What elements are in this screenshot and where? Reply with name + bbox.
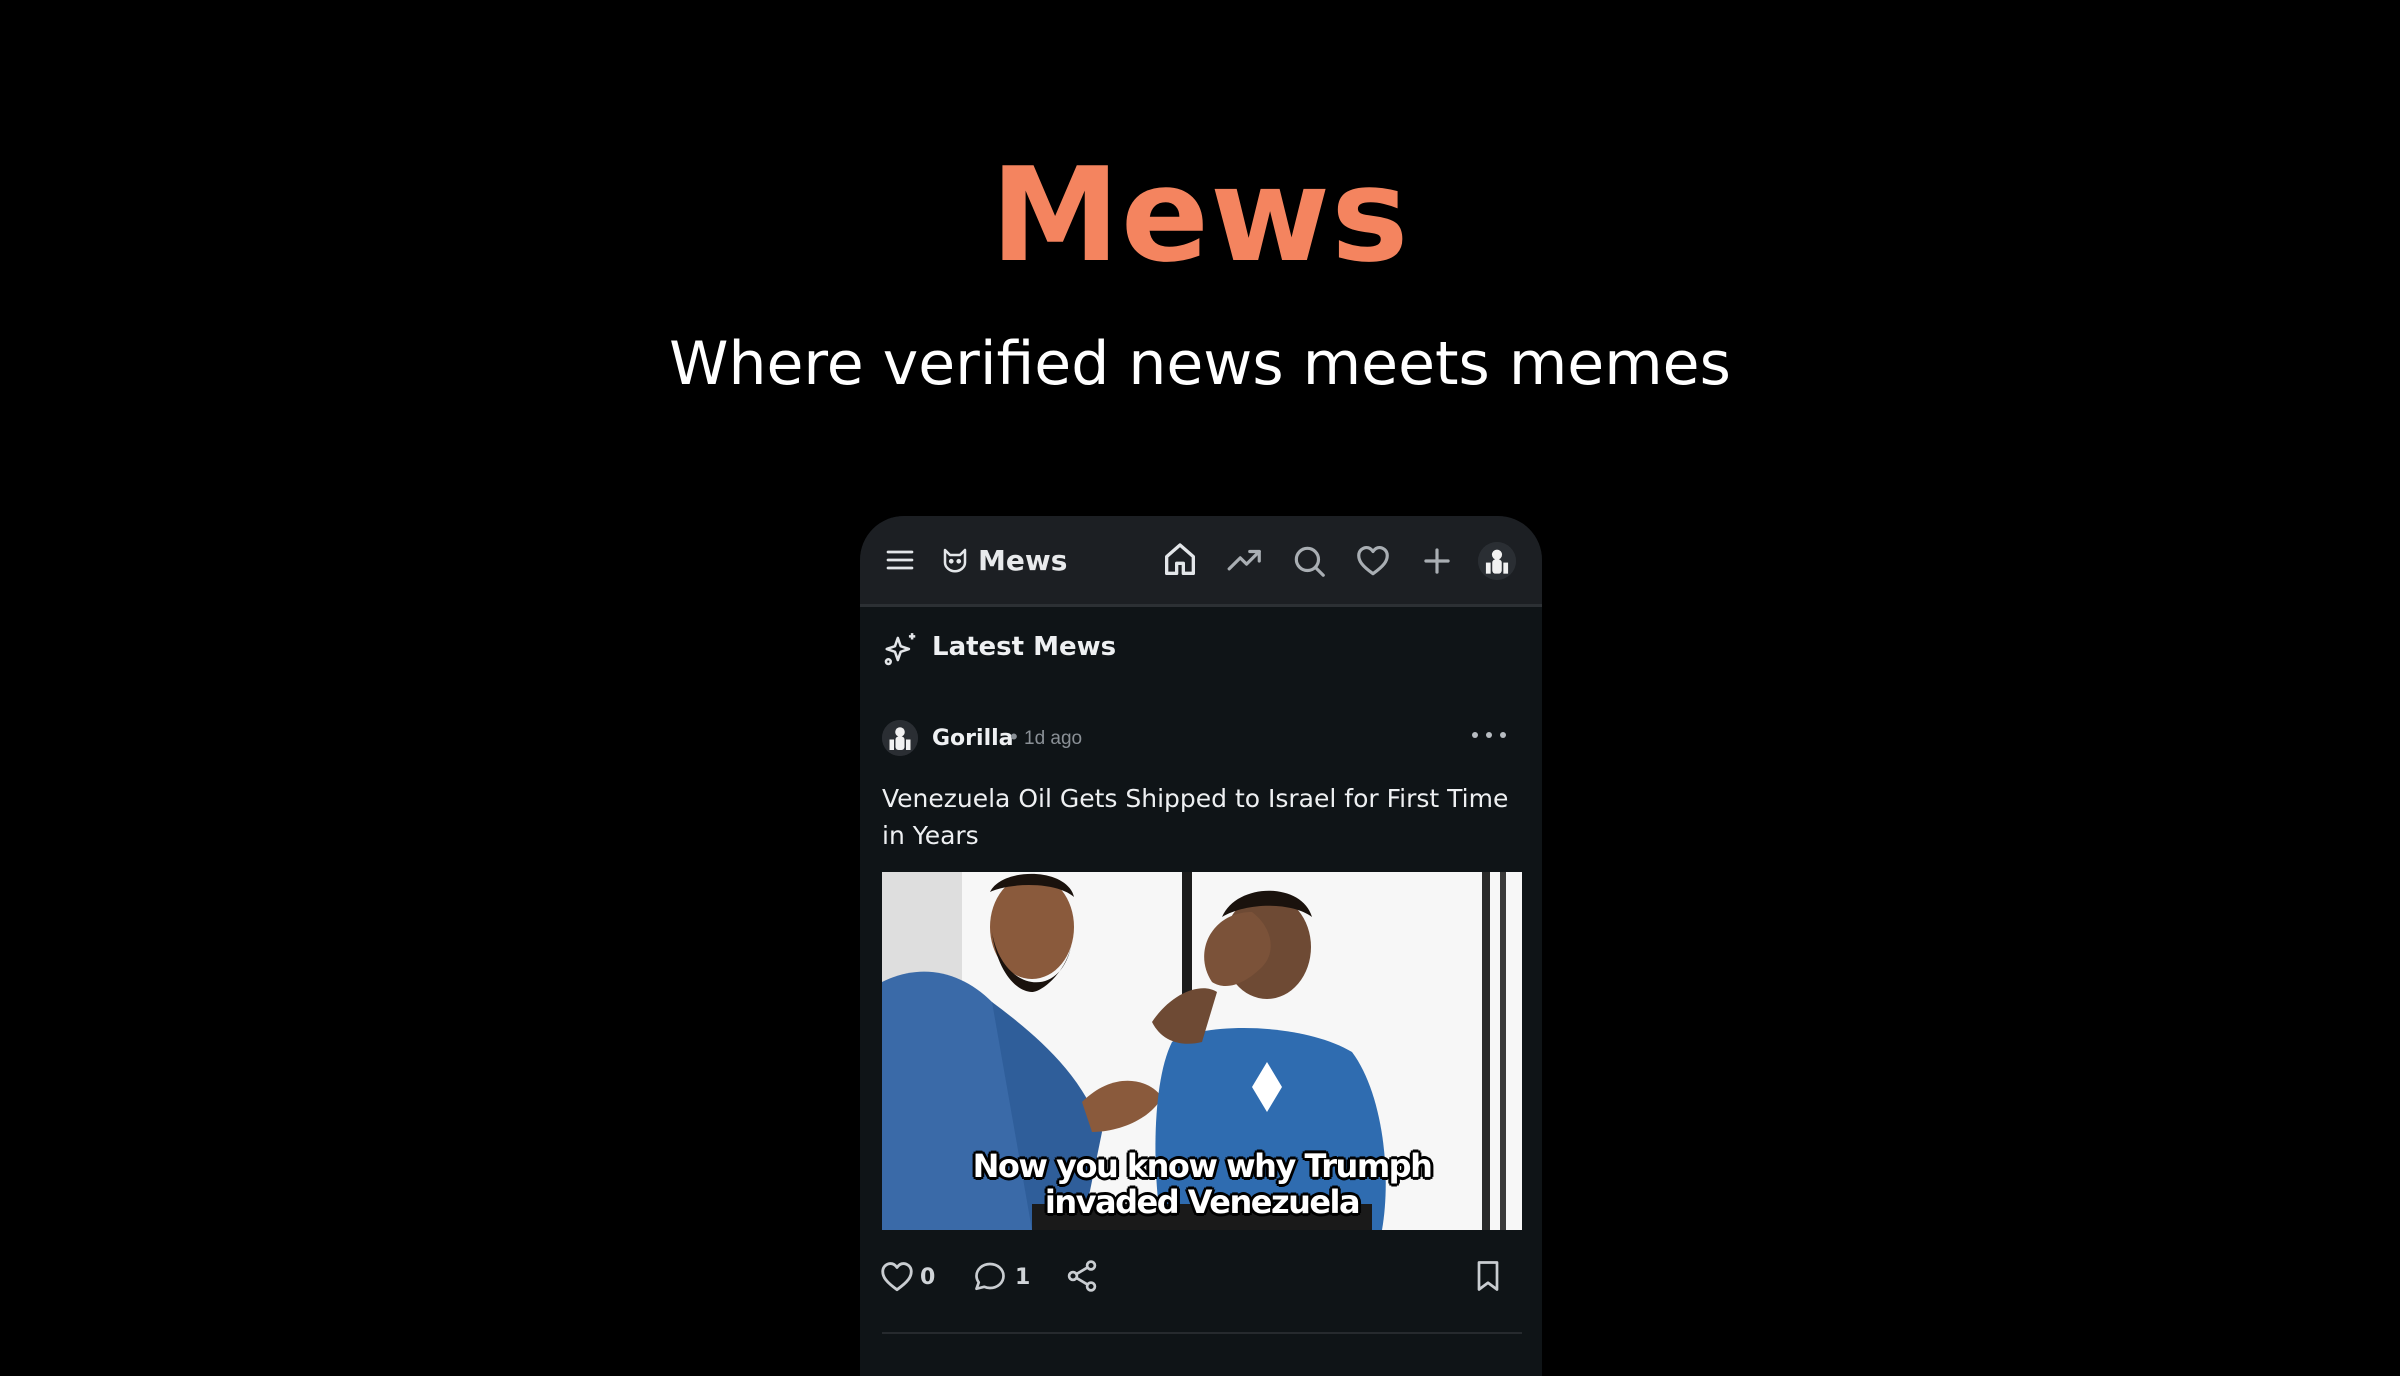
sparkles-icon (882, 630, 920, 668)
home-icon[interactable] (1160, 540, 1200, 580)
plus-icon[interactable] (1418, 542, 1456, 580)
trending-icon[interactable] (1226, 542, 1264, 580)
app-brand[interactable]: Mews (940, 540, 1067, 580)
hero-title: Mews (990, 139, 1410, 291)
meta-separator: • (1010, 724, 1018, 749)
more-options-button[interactable] (1472, 720, 1506, 750)
app-topbar: Mews (860, 516, 1542, 607)
cat-logo-icon (940, 545, 970, 575)
author-avatar[interactable] (882, 720, 918, 756)
more-dot-icon (1472, 732, 1478, 738)
post-divider (882, 1332, 1522, 1334)
comment-count: 1 (1015, 1265, 1031, 1290)
more-dot-icon (1500, 732, 1506, 738)
meme-caption: Now you know why Trumph invaded Venezuel… (882, 1148, 1522, 1220)
search-icon[interactable] (1290, 542, 1328, 580)
hero-subtitle: Where verified news meets memes (669, 329, 1731, 399)
user-avatar[interactable] (1478, 542, 1516, 580)
heart-icon[interactable] (1354, 542, 1392, 580)
like-icon[interactable] (878, 1258, 916, 1296)
meme-image[interactable]: Now you know why Trumph invaded Venezuel… (882, 872, 1522, 1230)
share-icon[interactable] (1064, 1258, 1100, 1294)
post-author[interactable]: Gorilla (932, 726, 1014, 751)
post-time: 1d ago (1024, 728, 1083, 749)
post-title[interactable]: Venezuela Oil Gets Shipped to Israel for… (882, 780, 1512, 854)
like-count: 0 (920, 1265, 936, 1290)
more-dot-icon (1486, 732, 1492, 738)
meme-caption-line-1: Now you know why Trumph (972, 1147, 1433, 1185)
app-screenshot: Mews Latest Mews Gorilla • 1d ago Venezu… (860, 516, 1542, 1376)
app-brand-label: Mews (978, 543, 1068, 577)
bookmark-icon[interactable] (1470, 1258, 1506, 1294)
comment-icon[interactable] (972, 1258, 1008, 1294)
meme-caption-line-2: invaded Venezuela (1044, 1183, 1361, 1221)
section-title: Latest Mews (932, 632, 1117, 662)
menu-icon[interactable] (884, 544, 916, 576)
